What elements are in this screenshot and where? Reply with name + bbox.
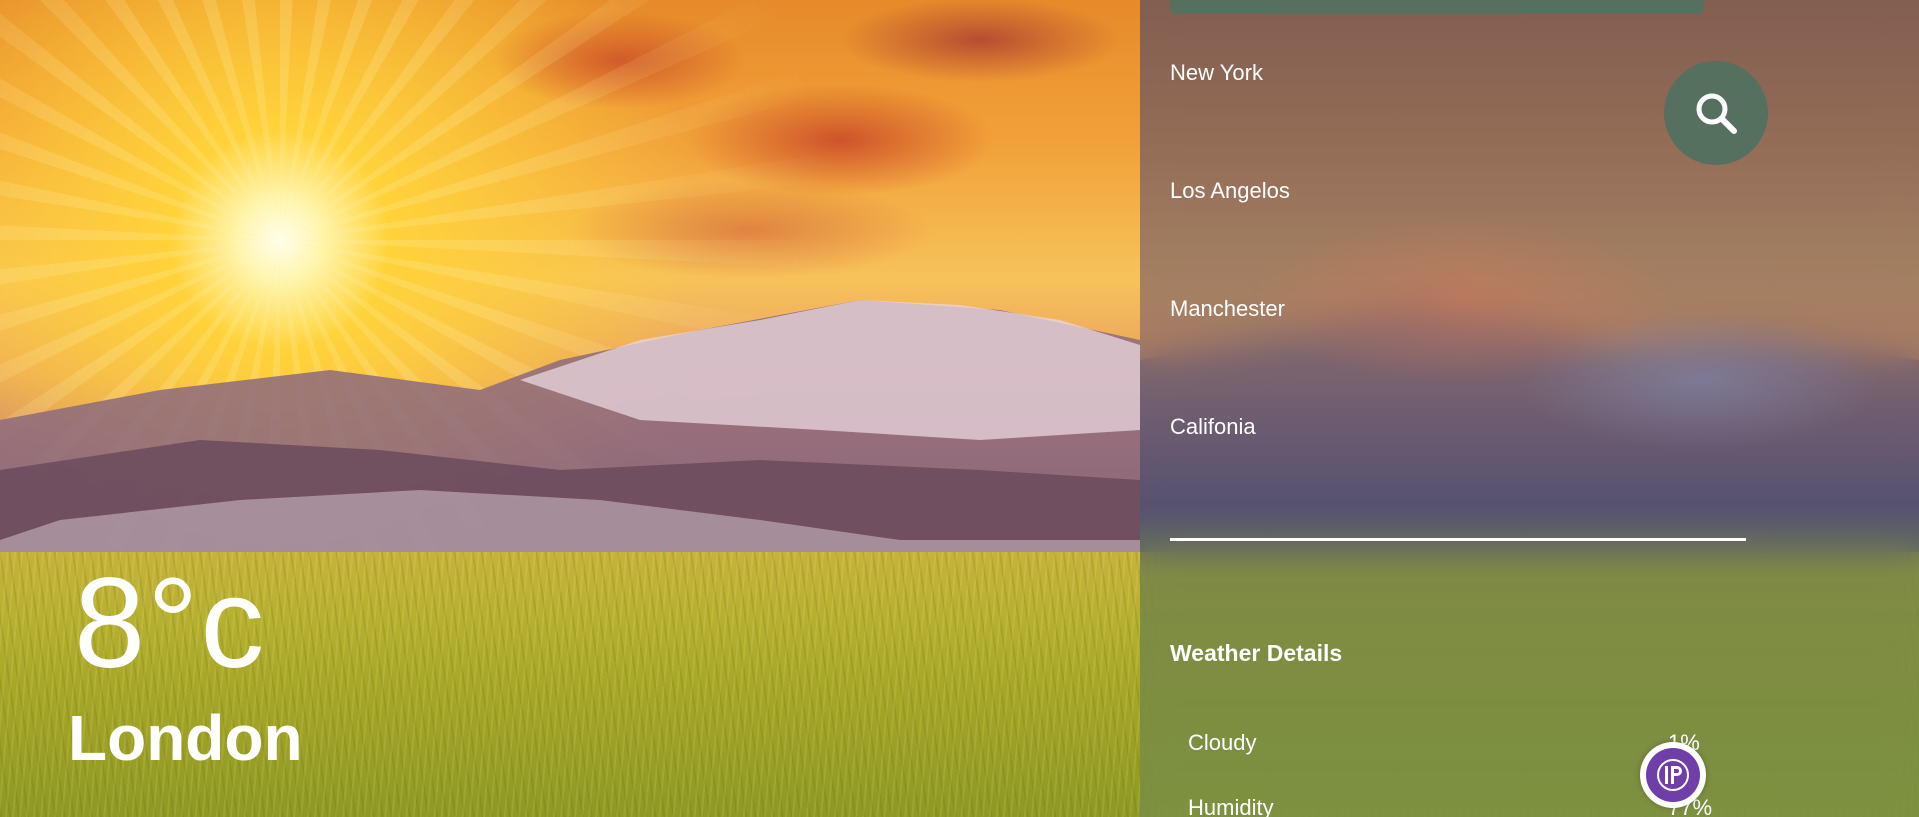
location-item-new-york[interactable]: New York (1170, 58, 1290, 176)
side-panel: New York Los Angelos Manchester Califoni… (1140, 0, 1919, 817)
city-name: London (68, 702, 303, 774)
floating-badge[interactable] (1640, 742, 1706, 808)
search-icon (1696, 93, 1737, 134)
location-item-califonia[interactable]: Califonia (1170, 412, 1290, 530)
detail-row-humidity: Humidity 77% (1188, 795, 1728, 817)
weather-details-title: Weather Details (1170, 640, 1343, 666)
temperature: 8°c (74, 552, 267, 695)
ip-logo-icon (1646, 748, 1700, 802)
location-list: New York Los Angelos Manchester Califoni… (1170, 58, 1290, 530)
divider (1170, 538, 1746, 541)
location-item-manchester[interactable]: Manchester (1170, 294, 1290, 412)
search-input[interactable] (1170, 0, 1704, 14)
detail-label: Cloudy (1188, 730, 1257, 755)
search-button[interactable] (1664, 61, 1768, 165)
detail-label: Humidity (1188, 795, 1274, 817)
location-item-los-angelos[interactable]: Los Angelos (1170, 176, 1290, 294)
